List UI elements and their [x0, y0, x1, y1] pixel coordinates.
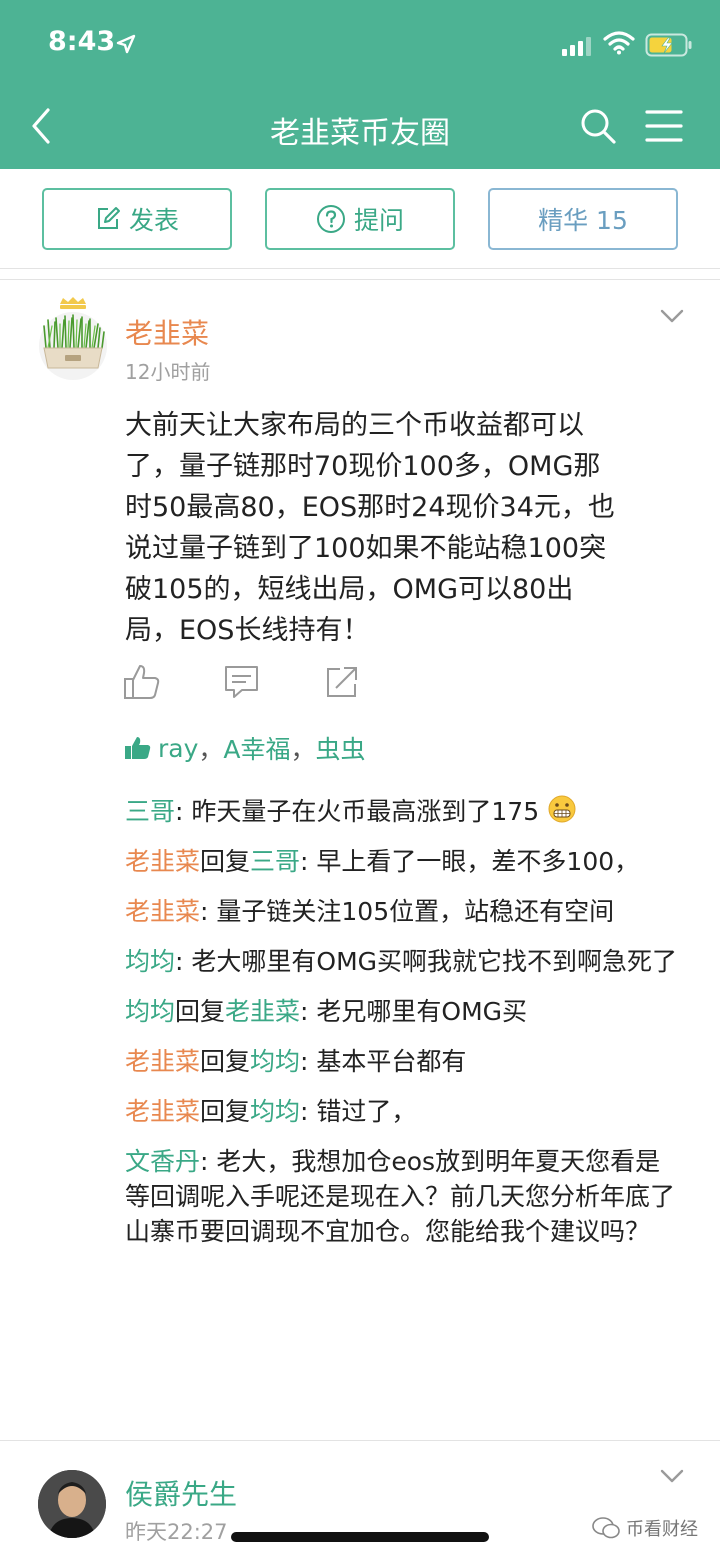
like-user[interactable]: ray	[158, 734, 198, 763]
grimacing-face-icon	[548, 795, 576, 823]
divider	[0, 279, 720, 280]
expand-button[interactable]	[658, 306, 686, 330]
chevron-down-icon	[660, 1469, 684, 1483]
like-user[interactable]: A幸福	[223, 730, 290, 766]
app-header: 8:43 老韭菜币友圈	[0, 0, 720, 169]
commenter-name[interactable]: 老韭菜	[125, 897, 200, 926]
battery-icon	[645, 33, 692, 57]
watermark-text: 币看财经	[626, 1519, 698, 1540]
featured-button[interactable]: 精华 15	[488, 188, 678, 250]
like-button[interactable]	[122, 662, 162, 706]
commenter-name[interactable]: 文香丹	[125, 1147, 200, 1176]
signal-icon	[562, 37, 591, 56]
like-user[interactable]: 虫虫	[316, 730, 366, 766]
reply-word: 回复	[200, 847, 251, 876]
edit-icon	[95, 206, 121, 232]
commenter-name[interactable]: 均均	[125, 947, 175, 976]
post-body: 大前天让大家布局的三个币收益都可以 了，量子链那时70现价100多，OMG那 时…	[125, 410, 615, 646]
action-row: 发表 提问 精华 15	[0, 188, 720, 250]
comment-item[interactable]: 老韭菜: 量子链关注105位置，站稳还有空间	[125, 894, 685, 929]
search-button[interactable]	[578, 106, 618, 146]
post-time: 昨天22:27	[125, 1520, 228, 1544]
reply-word: 回复	[175, 997, 226, 1026]
author-name[interactable]: 侯爵先生	[125, 1473, 237, 1513]
commenter-name[interactable]: 老韭菜	[125, 1047, 200, 1076]
author-name[interactable]: 老韭菜	[125, 312, 209, 352]
comment-item[interactable]: 老韭菜回复均均: 错过了，	[125, 1094, 685, 1129]
menu-button[interactable]	[644, 108, 684, 144]
location-arrow-icon	[116, 34, 136, 54]
post-time: 12小时前	[125, 360, 211, 384]
comment-text: : 量子链关注105位置，站稳还有空间	[200, 897, 615, 926]
like-separator: ，	[198, 735, 224, 764]
avatar[interactable]	[38, 1470, 106, 1538]
comment-text: : 早上看了一眼，差不多100，	[300, 847, 640, 876]
chevron-down-icon	[660, 309, 684, 323]
avatar-image	[39, 297, 107, 380]
reply-to-name[interactable]: 三哥	[250, 847, 300, 876]
question-icon	[316, 204, 346, 234]
thumbs-up-icon	[124, 665, 160, 699]
comment-item[interactable]: 均均回复老韭菜: 老兄哪里有OMG买	[125, 994, 685, 1029]
divider	[0, 1440, 720, 1441]
commenter-name[interactable]: 老韭菜	[125, 1097, 200, 1126]
avatar-image	[38, 1470, 106, 1538]
avatar[interactable]	[38, 296, 108, 382]
comment-text: : 老大，我想加仓eos放到明年夏天您看是等回调呢入手呢还是现在入？前几天您分析…	[125, 1147, 676, 1246]
expand-button[interactable]	[658, 1466, 686, 1490]
likes-row: ray， A幸福， 虫虫	[124, 730, 366, 766]
watermark: 币看财经	[592, 1515, 698, 1541]
home-indicator[interactable]	[231, 1532, 489, 1542]
wechat-icon	[592, 1517, 620, 1539]
share-icon	[327, 667, 357, 697]
ask-button-label: 提问	[353, 206, 404, 235]
search-icon	[581, 109, 616, 144]
comment-item[interactable]: 均均: 老大哪里有OMG买啊我就它找不到啊急死了	[125, 944, 685, 979]
thumbs-up-filled-icon	[125, 737, 151, 759]
comment-text: : 老兄哪里有OMG买	[300, 997, 528, 1026]
comment-item[interactable]: 文香丹: 老大，我想加仓eos放到明年夏天您看是等回调呢入手呢还是现在入？前几天…	[125, 1144, 685, 1249]
reply-word: 回复	[200, 1047, 251, 1076]
commenter-name[interactable]: 均均	[125, 997, 175, 1026]
comment-item[interactable]: 三哥: 昨天量子在火币最高涨到了175	[125, 794, 685, 829]
comment-text: : 错过了，	[300, 1097, 417, 1126]
comment-list: 三哥: 昨天量子在火币最高涨到了175 老韭菜回复三哥: 早上看了一眼，差不多1…	[125, 794, 685, 1264]
comment-button[interactable]	[222, 662, 262, 706]
like-separator: ，	[290, 735, 316, 764]
comment-text: : 昨天量子在火币最高涨到了175	[175, 797, 540, 826]
post-actions	[0, 662, 720, 702]
post-button-label: 发表	[128, 206, 179, 235]
comment-text: : 基本平台都有	[300, 1047, 467, 1076]
status-time: 8:43	[48, 26, 116, 57]
reply-to-name[interactable]: 均均	[250, 1047, 300, 1076]
reply-to-name[interactable]: 老韭菜	[225, 997, 300, 1026]
reply-word: 回复	[200, 1097, 251, 1126]
commenter-name[interactable]: 老韭菜	[125, 847, 200, 876]
divider	[0, 268, 720, 269]
comment-item[interactable]: 老韭菜回复三哥: 早上看了一眼，差不多100，	[125, 844, 685, 879]
ask-button[interactable]: 提问	[265, 188, 455, 250]
comment-text: : 老大哪里有OMG买啊我就它找不到啊急死了	[175, 947, 678, 976]
post-button[interactable]: 发表	[42, 188, 232, 250]
wifi-icon	[603, 31, 635, 55]
share-button[interactable]	[322, 662, 362, 706]
menu-icon	[645, 110, 683, 142]
commenter-name[interactable]: 三哥	[125, 797, 175, 826]
featured-button-label: 精华 15	[538, 206, 628, 235]
comment-icon	[225, 666, 258, 698]
comment-item[interactable]: 老韭菜回复均均: 基本平台都有	[125, 1044, 685, 1079]
reply-to-name[interactable]: 均均	[250, 1097, 300, 1126]
